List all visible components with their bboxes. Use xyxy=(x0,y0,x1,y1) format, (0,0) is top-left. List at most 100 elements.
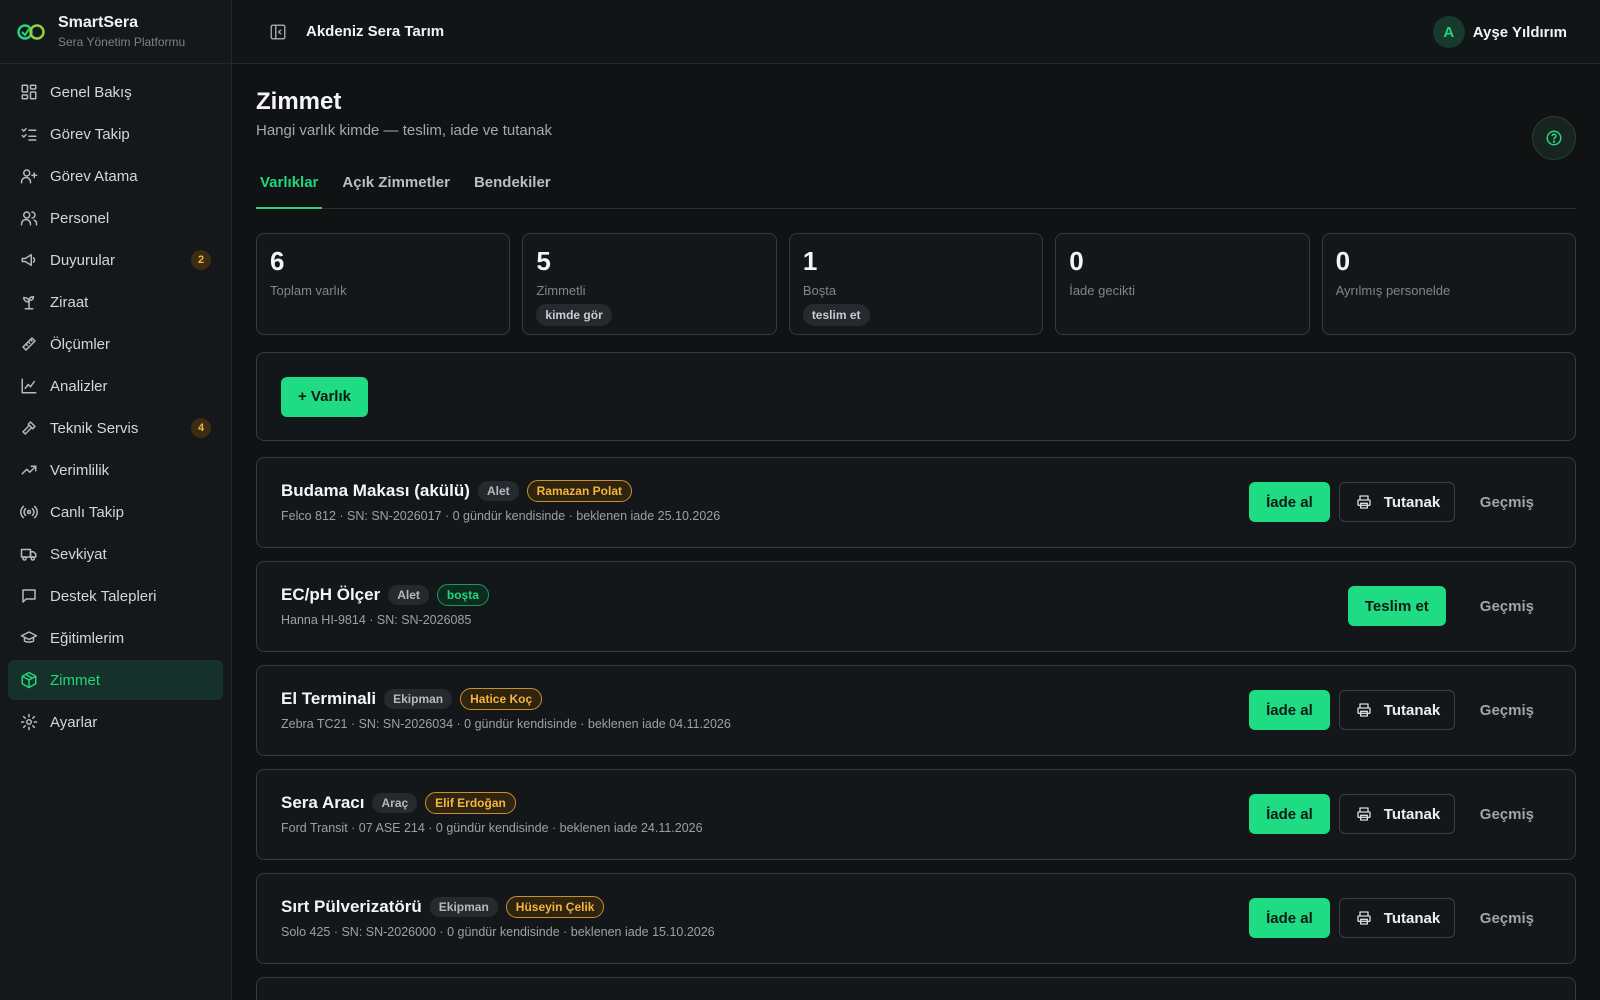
sidebar-item-personel[interactable]: Personel xyxy=(8,198,223,238)
brand[interactable]: SmartSera Sera Yönetim Platformu xyxy=(0,0,231,64)
report-button[interactable]: Tutanak xyxy=(1338,898,1455,938)
sidebar-item-görev-atama[interactable]: Görev Atama xyxy=(8,156,223,196)
sidebar-item-genel-bakış[interactable]: Genel Bakış xyxy=(8,72,223,112)
sidebar-toggle-icon[interactable] xyxy=(266,20,290,44)
asset-name: Sera Aracı xyxy=(281,793,365,812)
return-button[interactable]: İade al xyxy=(1249,794,1330,834)
history-button[interactable]: Geçmiş xyxy=(1455,586,1559,626)
tab-varliklar[interactable]: Varlıklar xyxy=(256,169,323,209)
asset-name: El Terminali xyxy=(281,689,377,708)
history-button[interactable]: Geçmiş xyxy=(1455,690,1559,730)
user-name: Ayşe Yıldırım xyxy=(1472,23,1567,41)
asset-name: Budama Makası (akülü) xyxy=(281,481,470,500)
sidebar-item-eğitimlerim[interactable]: Eğitimlerim xyxy=(8,618,223,658)
asset-actions: İade al Tutanak Geçmiş xyxy=(1249,898,1559,938)
sidebar-item-duyurular[interactable]: Duyurular 2 xyxy=(8,240,223,280)
stats-row: 6 Toplam varlık 5 Zimmetli kimde gör 1 Boşta te… xyxy=(256,233,1577,335)
add-asset-button[interactable]: + Varlık xyxy=(281,376,368,417)
stat-value: 0 xyxy=(1069,246,1084,276)
asset-name: Sırt Pülverizatörü xyxy=(281,897,422,916)
sidebar-item-ayarlar[interactable]: Ayarlar xyxy=(8,702,223,742)
user-plus-icon xyxy=(20,167,38,185)
report-label: Tutanak xyxy=(1383,493,1441,511)
avatar: A xyxy=(1432,16,1465,48)
asset-type-badge: Alet xyxy=(477,481,519,501)
return-button[interactable]: İade al xyxy=(1249,690,1330,730)
asset-card: El Terminali Ekipman Hatice Koç Zebra TC21 … xyxy=(256,665,1576,756)
printer-icon xyxy=(1356,910,1372,926)
sidebar-item-zimmet[interactable]: Zimmet xyxy=(8,660,223,700)
tab-bendekiler[interactable]: Bendekiler xyxy=(470,169,555,209)
asset-type-badge: Ekipman xyxy=(429,897,498,917)
message-square-icon xyxy=(20,587,38,605)
sidebar-item-label: Analizler xyxy=(50,377,108,395)
asset-type-badge: Ekipman xyxy=(384,689,453,709)
stat-label: Zimmetli xyxy=(536,283,586,298)
main-content: Zimmet Hangi varlık kimde — teslim, iade… xyxy=(256,64,1577,1000)
sidebar-item-destek-talepleri[interactable]: Destek Talepleri xyxy=(8,576,223,616)
holder-badge: Hatice Koç xyxy=(460,688,543,710)
report-button[interactable]: Tutanak xyxy=(1338,690,1455,730)
sidebar-item-canlı-takip[interactable]: Canlı Takip xyxy=(8,492,223,532)
stat-card: 6 Toplam varlık xyxy=(256,233,511,335)
asset-type-badge: Alet xyxy=(388,585,429,605)
printer-icon xyxy=(1356,494,1372,510)
stat-card: 0 İade gecikti xyxy=(1055,233,1310,335)
asset-card: EC/pH Ölçer Alet boşta Hanna HI-9814 · SN: … xyxy=(256,561,1576,652)
sidebar-item-label: Canlı Takip xyxy=(50,503,124,521)
sidebar-item-verimlilik[interactable]: Verimlilik xyxy=(8,450,223,490)
sidebar-item-görev-takip[interactable]: Görev Takip xyxy=(8,114,223,154)
help-icon xyxy=(1546,130,1562,146)
tabs: Varlıklar Açık Zimmetler Bendekiler xyxy=(256,169,1576,209)
history-button[interactable]: Geçmiş xyxy=(1455,482,1559,522)
asset-card: Sırt Pülverizatörü Ekipman Hüseyin Çelik So… xyxy=(256,873,1576,964)
sidebar-item-sevkiyat[interactable]: Sevkiyat xyxy=(8,534,223,574)
stat-label: Toplam varlık xyxy=(270,283,347,298)
sidebar-nav: Genel Bakış Görev Takip Görev Atama Persone… xyxy=(0,64,231,752)
asset-card: Sera Aracı Araç Elif Erdoğan Ford Transit ·… xyxy=(256,769,1576,860)
sidebar-item-label: Ayarlar xyxy=(50,713,98,731)
user-menu[interactable]: A Ayşe Yıldırım xyxy=(1432,16,1567,48)
history-button[interactable]: Geçmiş xyxy=(1455,794,1559,834)
sidebar-item-label: Genel Bakış xyxy=(50,83,132,101)
return-button[interactable]: İade al xyxy=(1249,482,1330,522)
help-button[interactable] xyxy=(1532,116,1576,160)
topbar: Akdeniz Sera Tarım A Ayşe Yıldırım xyxy=(232,0,1600,64)
dashboard-icon xyxy=(20,83,38,101)
report-button[interactable]: Tutanak xyxy=(1338,482,1455,522)
sidebar-item-ziraat[interactable]: Ziraat xyxy=(8,282,223,322)
sidebar-item-ölçümler[interactable]: Ölçümler xyxy=(8,324,223,364)
history-button[interactable]: Geçmiş xyxy=(1455,898,1559,938)
graduation-cap-icon xyxy=(20,629,38,647)
sidebar-item-label: Görev Takip xyxy=(50,125,130,143)
ruler-icon xyxy=(20,335,38,353)
radio-icon xyxy=(20,503,38,521)
logo-icon xyxy=(16,22,46,42)
stat-chip-button[interactable]: kimde gör xyxy=(536,304,612,326)
report-label: Tutanak xyxy=(1383,805,1441,823)
page-title: Zimmet xyxy=(256,88,342,115)
sidebar-item-label: Sevkiyat xyxy=(50,545,107,563)
sidebar-item-analizler[interactable]: Analizler xyxy=(8,366,223,406)
stat-label: Ayrılmış personelde xyxy=(1335,283,1451,298)
brand-subtitle: Sera Yönetim Platformu xyxy=(58,35,186,49)
users-icon xyxy=(20,209,38,227)
tab-acik-zimmetler[interactable]: Açık Zimmetler xyxy=(338,169,454,209)
sidebar-item-teknik-servis[interactable]: Teknik Servis 4 xyxy=(8,408,223,448)
gear-icon xyxy=(20,713,38,731)
asset-list: Budama Makası (akülü) Alet Ramazan Polat Fe… xyxy=(256,457,1576,964)
printer-icon xyxy=(1356,702,1372,718)
return-button[interactable]: İade al xyxy=(1249,898,1330,938)
sidebar-item-label: Zimmet xyxy=(50,671,100,689)
report-button[interactable]: Tutanak xyxy=(1338,794,1455,834)
stat-value: 1 xyxy=(802,246,818,276)
sidebar-item-label: Destek Talepleri xyxy=(50,587,157,605)
stat-chip-button[interactable]: teslim et xyxy=(802,304,870,326)
stat-label: İade gecikti xyxy=(1069,283,1135,298)
status-badge: boşta xyxy=(436,584,489,606)
deliver-button[interactable]: Teslim et xyxy=(1347,586,1446,626)
sidebar-item-label: Görev Atama xyxy=(50,167,138,185)
org-name: Akdeniz Sera Tarım xyxy=(306,23,445,40)
page-subtitle: Hangi varlık kimde — teslim, iade ve tut… xyxy=(256,122,552,139)
notification-badge: 2 xyxy=(191,250,211,270)
